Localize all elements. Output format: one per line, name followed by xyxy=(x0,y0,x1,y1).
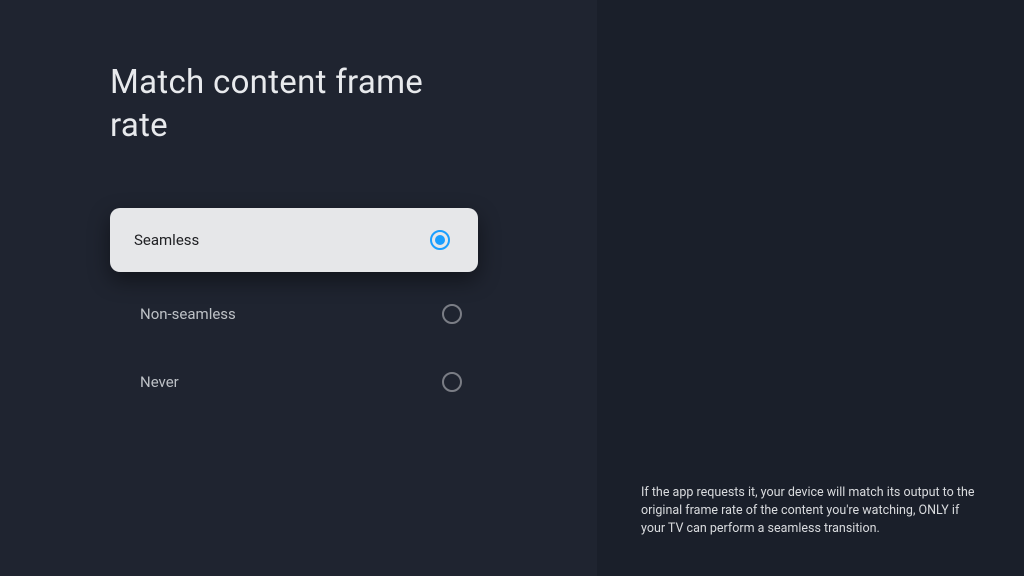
option-description: If the app requests it, your device will… xyxy=(641,484,984,538)
option-label: Seamless xyxy=(134,231,199,249)
left-panel: Match content frame rate Seamless Non-se… xyxy=(0,0,597,576)
option-list: Seamless Non-seamless Never xyxy=(110,208,597,416)
option-non-seamless[interactable]: Non-seamless xyxy=(128,280,478,348)
right-panel: If the app requests it, your device will… xyxy=(597,0,1024,576)
radio-checked-icon xyxy=(430,230,450,250)
option-seamless[interactable]: Seamless xyxy=(110,208,478,272)
option-label: Non-seamless xyxy=(140,305,236,323)
radio-unchecked-icon xyxy=(442,304,462,324)
radio-unchecked-icon xyxy=(442,372,462,392)
option-never[interactable]: Never xyxy=(128,348,478,416)
page-title: Match content frame rate xyxy=(110,62,450,148)
option-label: Never xyxy=(140,373,179,391)
